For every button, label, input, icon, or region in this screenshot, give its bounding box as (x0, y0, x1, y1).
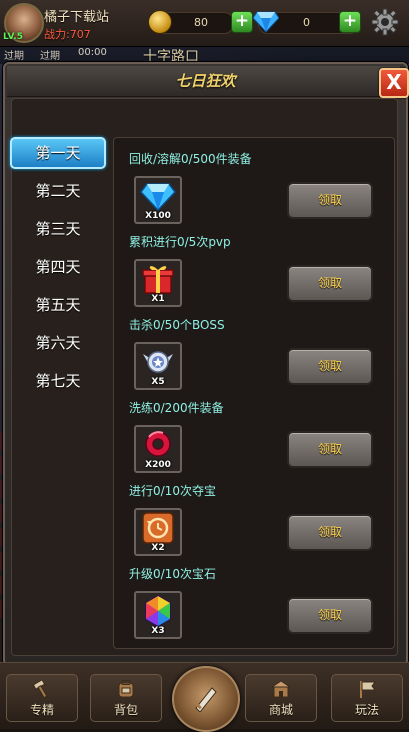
reward-quantity: X100 (145, 211, 171, 221)
refresh-badge-icon (142, 512, 174, 544)
reward-slot[interactable]: X200 (134, 425, 182, 473)
reward-slot[interactable]: X100 (134, 176, 182, 224)
add-gems-button[interactable]: + (339, 11, 361, 33)
reward-quantity: X5 (151, 377, 165, 387)
diamond-icon (140, 183, 176, 212)
task-description: 进行0/10次夺宝 (129, 484, 216, 498)
reward-quantity: X200 (145, 460, 171, 470)
tab-day-2[interactable]: 第二天 (10, 175, 106, 207)
tab-day-3[interactable]: 第三天 (10, 213, 106, 245)
reward-slot[interactable]: X3 (134, 591, 182, 639)
task-description: 累积进行0/5次pvp (129, 235, 231, 249)
nav-label: 商城 (268, 703, 293, 717)
reward-quantity: X3 (151, 626, 165, 636)
tab-day-6[interactable]: 第六天 (10, 327, 106, 359)
tab-day-4[interactable]: 第四天 (10, 251, 106, 283)
add-coins-button[interactable]: + (231, 11, 253, 33)
claim-button[interactable]: 领取 (287, 182, 373, 219)
task-description: 击杀0/50个BOSS (129, 318, 225, 332)
status-text-2: 过期 (40, 51, 60, 62)
player-name: 橘子下载站 (44, 10, 110, 25)
reward-quantity: X1 (151, 294, 165, 304)
sword-icon (194, 687, 217, 712)
task-description: 升级0/10次宝石 (129, 567, 216, 581)
tab-day-7[interactable]: 第七天 (10, 365, 106, 397)
nav-shop-button[interactable]: 商城 (245, 674, 317, 722)
hammer-icon (32, 680, 48, 698)
coin-amount: 80 (194, 16, 208, 29)
reward-quantity: X2 (151, 543, 165, 553)
player-level: LV.5 (3, 32, 23, 42)
flag-icon (360, 681, 376, 698)
task-description: 洗练0/200件装备 (129, 401, 224, 415)
winged-medal-icon (143, 351, 173, 373)
player-power: 战力:707 (44, 28, 91, 41)
shop-icon (271, 680, 291, 698)
diamond-icon (253, 11, 279, 32)
nav-backpack-button[interactable]: 背包 (90, 674, 162, 722)
claim-button[interactable]: 领取 (287, 348, 373, 385)
top-status-bar: LV.5 橘子下载站 战力:707 80 + 0 + (0, 0, 409, 47)
tab-day-5[interactable]: 第五天 (10, 289, 106, 321)
main-action-button[interactable] (172, 666, 240, 732)
gift-box-icon (142, 266, 174, 294)
nav-specialization-button[interactable]: 专精 (6, 674, 78, 722)
claim-button[interactable]: 领取 (287, 431, 373, 468)
claim-button[interactable]: 领取 (287, 265, 373, 302)
reward-slot[interactable]: X1 (134, 259, 182, 307)
status-text-1: 过期 (4, 51, 24, 62)
red-ring-icon (145, 431, 171, 457)
task-list[interactable]: 回收/溶解0/500件装备 X100 领取 累积进行0/5次pvp X1 领取 … (113, 137, 395, 649)
tab-day-1[interactable]: 第一天 (10, 137, 106, 169)
nav-label: 背包 (113, 703, 138, 717)
claim-button[interactable]: 领取 (287, 514, 373, 551)
rainbow-gem-icon (145, 595, 171, 627)
status-timer: 00:00 (78, 47, 107, 58)
claim-button[interactable]: 领取 (287, 597, 373, 634)
dialog-title: 七日狂欢 (175, 72, 236, 90)
reward-slot[interactable]: X5 (134, 342, 182, 390)
gem-amount: 0 (303, 16, 310, 29)
gear-icon[interactable] (371, 8, 399, 36)
nav-gameplay-button[interactable]: 玩法 (331, 674, 403, 722)
backpack-icon (118, 680, 134, 698)
task-description: 回收/溶解0/500件装备 (129, 152, 252, 166)
reward-slot[interactable]: X2 (134, 508, 182, 556)
coin-icon (148, 10, 172, 34)
nav-label: 玩法 (354, 703, 379, 717)
close-button[interactable]: X (379, 68, 409, 98)
nav-label: 专精 (29, 703, 54, 717)
